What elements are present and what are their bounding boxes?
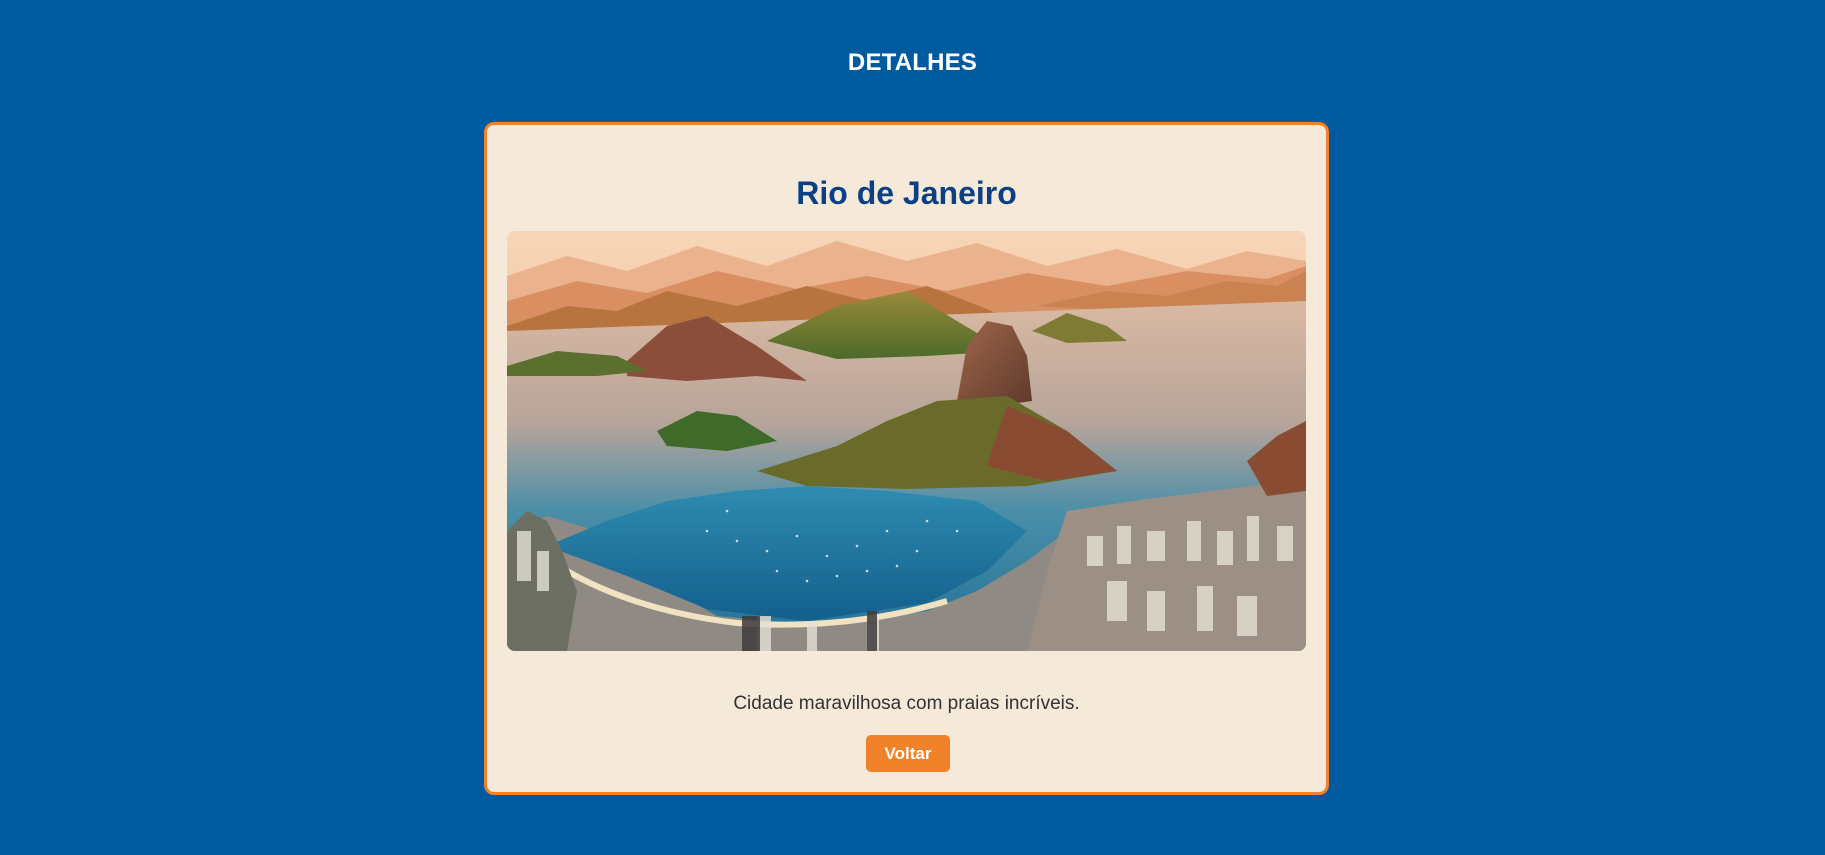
destination-photo: [507, 231, 1306, 651]
page-title: DETALHES: [847, 49, 978, 76]
destination-card: Rio de Janeiro Cidade maravilhosa com pr…: [484, 122, 1329, 795]
page: DETALHES Rio de Janeiro Cidade maravilho…: [0, 0, 1825, 855]
back-button[interactable]: Voltar: [866, 735, 950, 772]
destination-description: Cidade maravilhosa com praias incríveis.: [733, 693, 1080, 714]
destination-title: Rio de Janeiro: [796, 175, 1017, 211]
